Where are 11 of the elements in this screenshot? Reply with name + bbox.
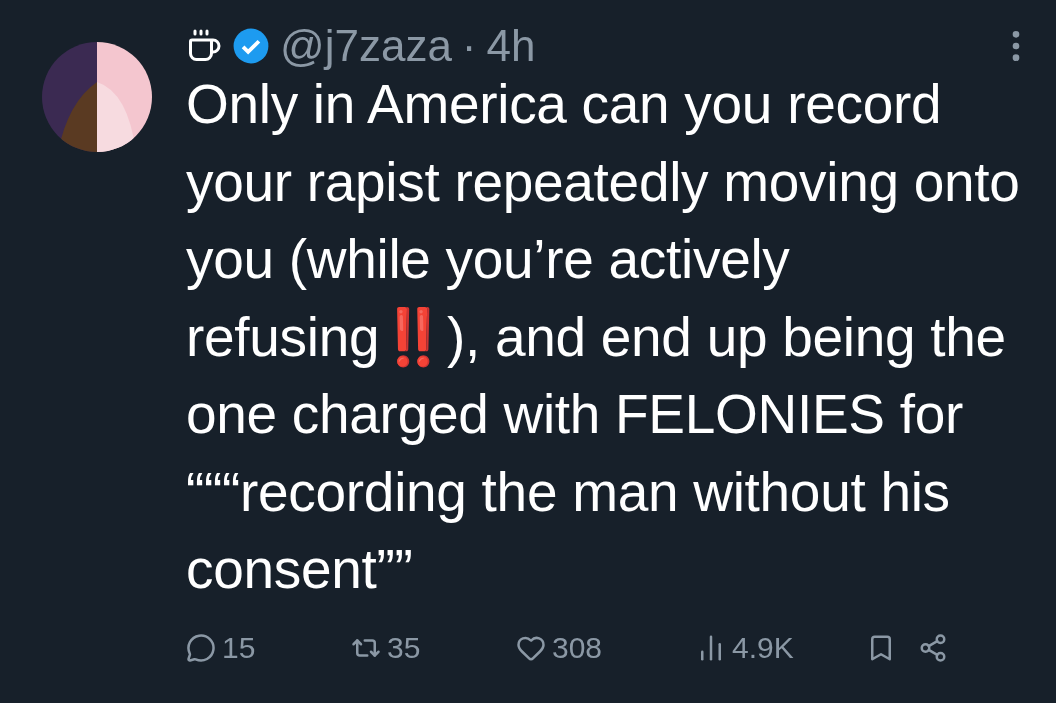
retweet-button[interactable]: 35	[351, 630, 516, 665]
post-time[interactable]: 4h	[486, 21, 536, 71]
user-handle[interactable]: @j7zaza	[280, 21, 452, 71]
reply-icon	[186, 632, 216, 663]
reply-button[interactable]: 15	[186, 630, 351, 665]
like-button[interactable]: 308	[516, 630, 696, 665]
coffee-icon	[186, 28, 222, 64]
tweet-text: Only in America can you record your rapist repeatedly moving onto you (while you’re actively refusing‼), and end up being the one charged with FELONIES for “““recording the man without his consent””	[186, 72, 1021, 602]
separator-dot: ·	[461, 21, 477, 71]
views-button[interactable]: 4.9K	[696, 630, 866, 665]
share-icon	[918, 632, 948, 663]
